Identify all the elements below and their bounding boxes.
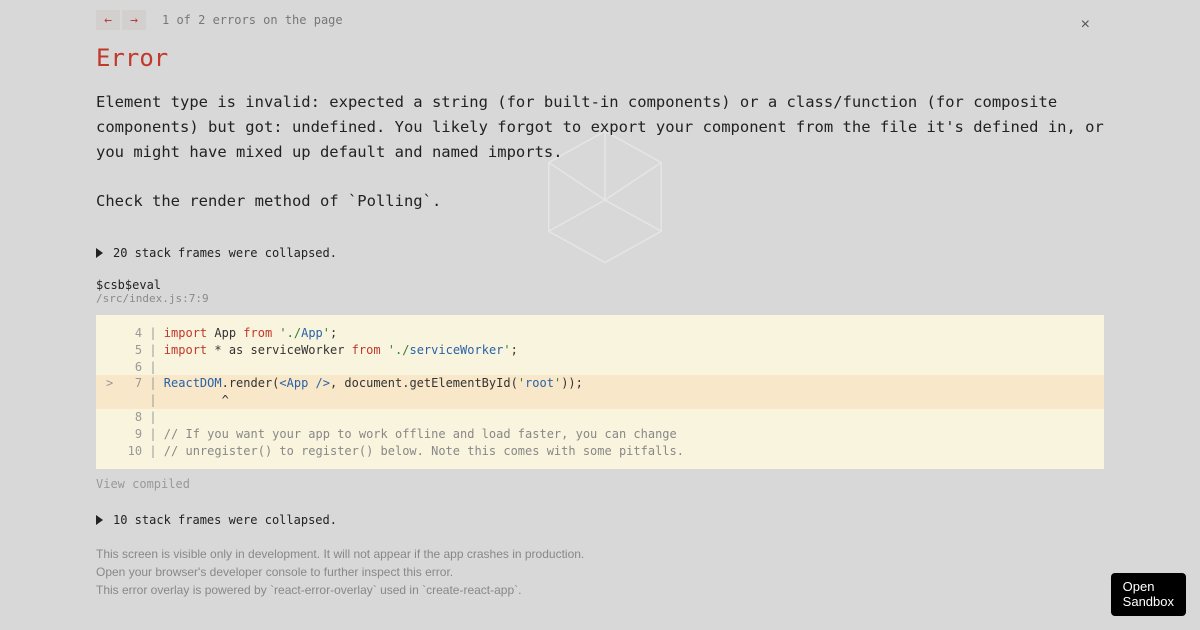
prev-error-button[interactable]: ← <box>96 10 120 30</box>
collapsed-bottom-label: 10 stack frames were collapsed. <box>113 513 337 527</box>
collapsed-frames-top[interactable]: 20 stack frames were collapsed. <box>96 246 1104 260</box>
expand-icon <box>96 248 103 258</box>
next-error-button[interactable]: → <box>122 10 146 30</box>
error-count-label: 1 of 2 errors on the page <box>162 13 343 27</box>
footer-line-2: Open your browser's developer console to… <box>96 563 1104 581</box>
error-overlay: ← → 1 of 2 errors on the page × Error El… <box>0 0 1200 619</box>
view-compiled-link[interactable]: View compiled <box>96 477 1104 491</box>
code-snippet: 4 | import App from './App'; 5 | import … <box>96 315 1104 469</box>
open-sandbox-button[interactable]: OpenSandbox <box>1111 573 1186 616</box>
stack-frame-name: $csb$eval <box>96 278 1104 292</box>
footer-line-3: This error overlay is powered by `react-… <box>96 581 1104 599</box>
collapsed-top-label: 20 stack frames were collapsed. <box>113 246 337 260</box>
close-icon[interactable]: × <box>1081 16 1090 34</box>
expand-icon <box>96 515 103 525</box>
error-nav: ← → 1 of 2 errors on the page <box>96 10 1104 30</box>
footer-line-1: This screen is visible only in developme… <box>96 545 1104 563</box>
error-title: Error <box>96 44 1104 72</box>
error-message: Element type is invalid: expected a stri… <box>96 90 1104 214</box>
footer-notice: This screen is visible only in developme… <box>96 545 1104 599</box>
stack-frame-location: /src/index.js:7:9 <box>96 292 1104 305</box>
collapsed-frames-bottom[interactable]: 10 stack frames were collapsed. <box>96 513 1104 527</box>
